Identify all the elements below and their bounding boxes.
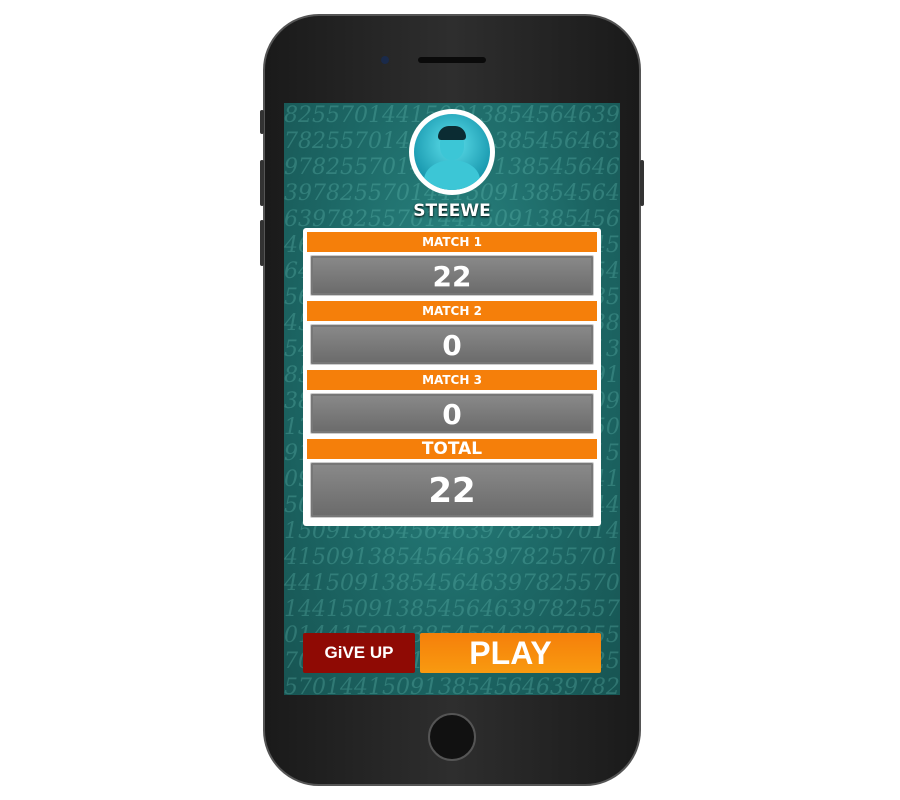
match-1-score: 22 bbox=[310, 255, 594, 296]
play-button[interactable]: PLAY bbox=[420, 633, 601, 673]
volume-up-button bbox=[260, 160, 264, 206]
avatar[interactable] bbox=[409, 109, 495, 195]
power-button bbox=[640, 160, 644, 206]
volume-down-button bbox=[260, 220, 264, 266]
total-score: 22 bbox=[310, 462, 594, 518]
match-3-label: MATCH 3 bbox=[307, 370, 597, 390]
match-2-score: 0 bbox=[310, 324, 594, 365]
camera bbox=[381, 56, 389, 64]
score-panel: MATCH 1 22 MATCH 2 0 MATCH 3 0 TOTAL 22 bbox=[303, 228, 601, 526]
give-up-button[interactable]: GiVE UP bbox=[303, 633, 415, 673]
match-3-score: 0 bbox=[310, 393, 594, 434]
game-screen: 8255701441509138545646397825570144150913… bbox=[284, 103, 620, 695]
match-1-label: MATCH 1 bbox=[307, 232, 597, 252]
home-button[interactable] bbox=[428, 713, 476, 761]
user-icon bbox=[424, 160, 480, 190]
player-name: STEEWE bbox=[413, 201, 491, 221]
speaker bbox=[418, 57, 486, 63]
mute-switch bbox=[260, 110, 264, 134]
total-label: TOTAL bbox=[307, 439, 597, 459]
match-2-label: MATCH 2 bbox=[307, 301, 597, 321]
